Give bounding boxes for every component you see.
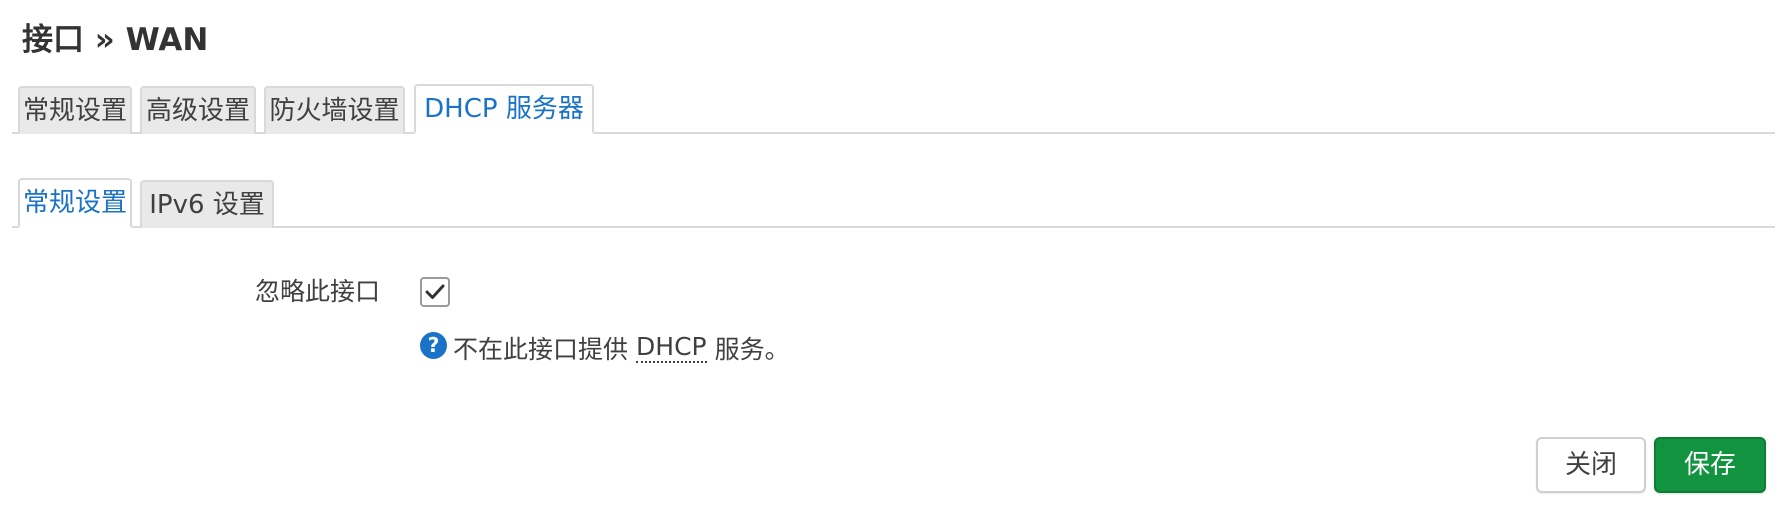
dhcp-abbreviation[interactable]: DHCP bbox=[636, 333, 707, 363]
tab-firewall-settings[interactable]: 防火墙设置 bbox=[264, 86, 405, 134]
help-icon: ? bbox=[420, 331, 447, 359]
tab-general-settings[interactable]: 常规设置 bbox=[18, 86, 132, 134]
help-text-suffix: 服务。 bbox=[714, 335, 790, 364]
subtab-ipv6-settings[interactable]: IPv6 设置 bbox=[140, 180, 274, 228]
ignore-interface-help: ? 不在此接口提供 DHCP 服务。 bbox=[420, 330, 790, 366]
close-button[interactable]: 关闭 bbox=[1536, 437, 1646, 493]
subtab-general-settings[interactable]: 常规设置 bbox=[18, 178, 132, 228]
secondary-tab-bar: 常规设置 IPv6 设置 bbox=[12, 176, 1775, 228]
page-title: 接口 » WAN bbox=[22, 22, 209, 58]
ignore-interface-checkbox[interactable] bbox=[420, 277, 450, 307]
primary-tab-bar: 常规设置 高级设置 防火墙设置 DHCP 服务器 bbox=[12, 82, 1775, 134]
tab-advanced-settings[interactable]: 高级设置 bbox=[140, 86, 256, 134]
ignore-interface-label: 忽略此接口 bbox=[254, 277, 380, 306]
tab-dhcp-server[interactable]: DHCP 服务器 bbox=[414, 84, 594, 134]
modal-page: 接口 » WAN 常规设置 高级设置 防火墙设置 DHCP 服务器 常规设置 I… bbox=[0, 0, 1787, 513]
save-button[interactable]: 保存 bbox=[1654, 437, 1766, 493]
check-icon bbox=[425, 284, 445, 299]
help-text-prefix: 不在此接口提供 bbox=[453, 335, 629, 364]
